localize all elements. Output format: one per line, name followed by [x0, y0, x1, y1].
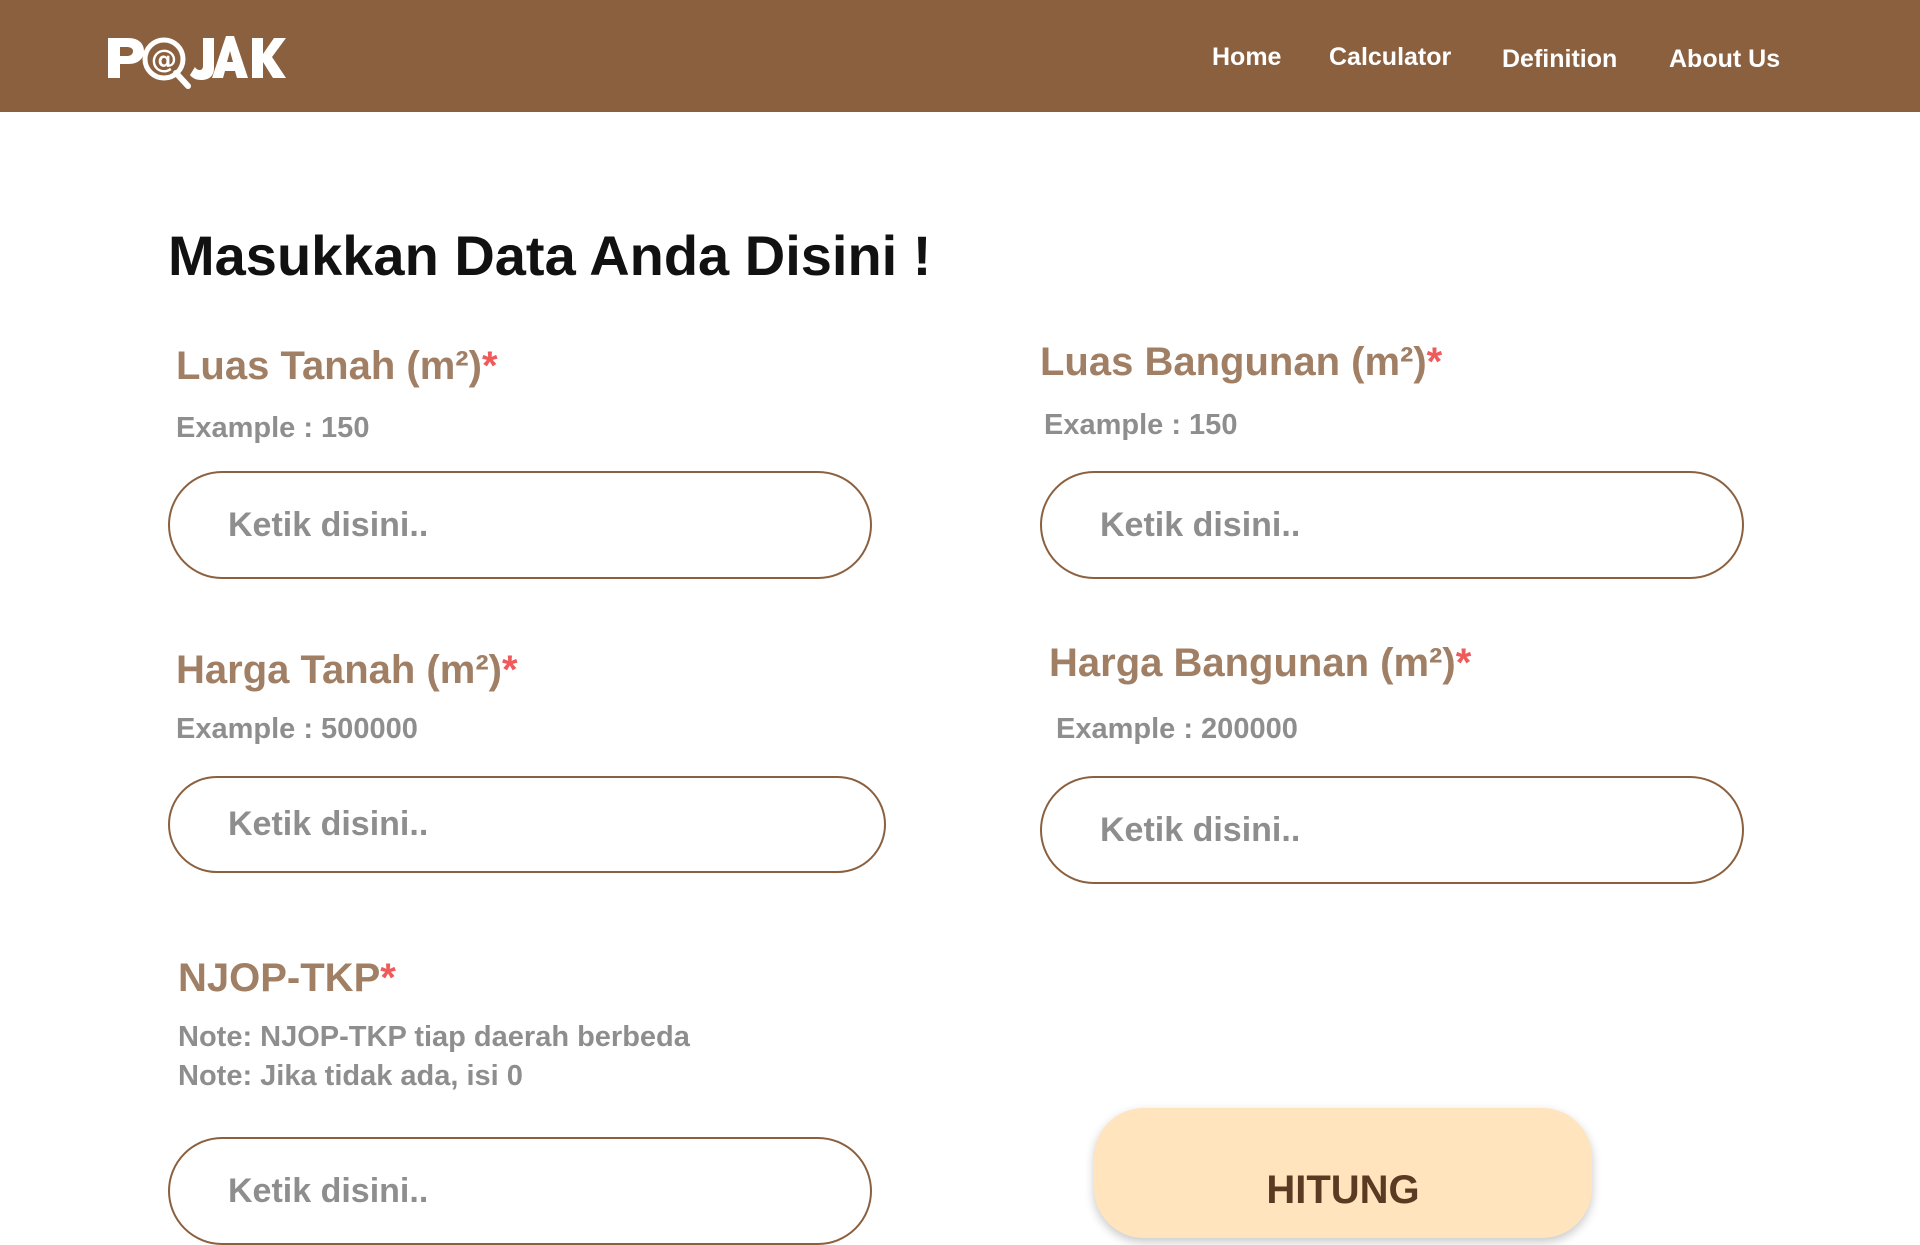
njop-tkp-input[interactable] — [168, 1137, 872, 1245]
required-marker: * — [1455, 641, 1472, 685]
luas-tanah-label-text: Luas Tanah (m²) — [176, 344, 482, 388]
top-navbar: @ Home Calculator Definition About Us — [0, 0, 1920, 112]
njop-tkp-note-2: Note: Jika tidak ada, isi 0 — [178, 1060, 523, 1092]
luas-tanah-hint: Example : 150 — [176, 412, 370, 444]
njop-tkp-label-text: NJOP-TKP — [178, 956, 381, 1000]
luas-bangunan-hint: Example : 150 — [1044, 409, 1238, 441]
hitung-button[interactable]: HITUNG — [1094, 1108, 1592, 1238]
pajak-logo[interactable]: @ — [106, 30, 286, 96]
luas-bangunan-label-text: Luas Bangunan (m²) — [1040, 340, 1427, 384]
required-marker: * — [1426, 340, 1443, 384]
luas-bangunan-input[interactable] — [1040, 471, 1744, 579]
required-marker: * — [501, 648, 518, 692]
page-title: Masukkan Data Anda Disini ! — [168, 224, 932, 287]
hitung-button-label: HITUNG — [1266, 1168, 1420, 1212]
harga-bangunan-label: Harga Bangunan (m²)* — [1049, 638, 1471, 688]
luas-tanah-label: Luas Tanah (m²)* — [176, 341, 498, 391]
harga-bangunan-input[interactable] — [1040, 776, 1744, 884]
required-marker: * — [481, 344, 498, 388]
harga-bangunan-hint: Example : 200000 — [1056, 713, 1298, 745]
njop-tkp-label: NJOP-TKP* — [178, 953, 396, 1003]
harga-tanah-hint: Example : 500000 — [176, 713, 418, 745]
nav-calculator[interactable]: Calculator — [1329, 40, 1451, 74]
svg-text:@: @ — [151, 45, 177, 75]
magnifier-at-logo-icon: @ — [108, 36, 286, 89]
required-marker: * — [380, 956, 396, 1000]
nav-home[interactable]: Home — [1212, 40, 1281, 74]
nav-definition[interactable]: Definition — [1502, 42, 1617, 76]
harga-bangunan-label-text: Harga Bangunan (m²) — [1049, 641, 1456, 685]
luas-bangunan-label: Luas Bangunan (m²)* — [1040, 337, 1442, 387]
njop-tkp-note-1: Note: NJOP-TKP tiap daerah berbeda — [178, 1021, 690, 1053]
luas-tanah-input[interactable] — [168, 471, 872, 579]
harga-tanah-input[interactable] — [168, 776, 886, 873]
harga-tanah-label: Harga Tanah (m²)* — [176, 645, 518, 695]
nav-about-us[interactable]: About Us — [1669, 42, 1780, 76]
harga-tanah-label-text: Harga Tanah (m²) — [176, 648, 502, 692]
